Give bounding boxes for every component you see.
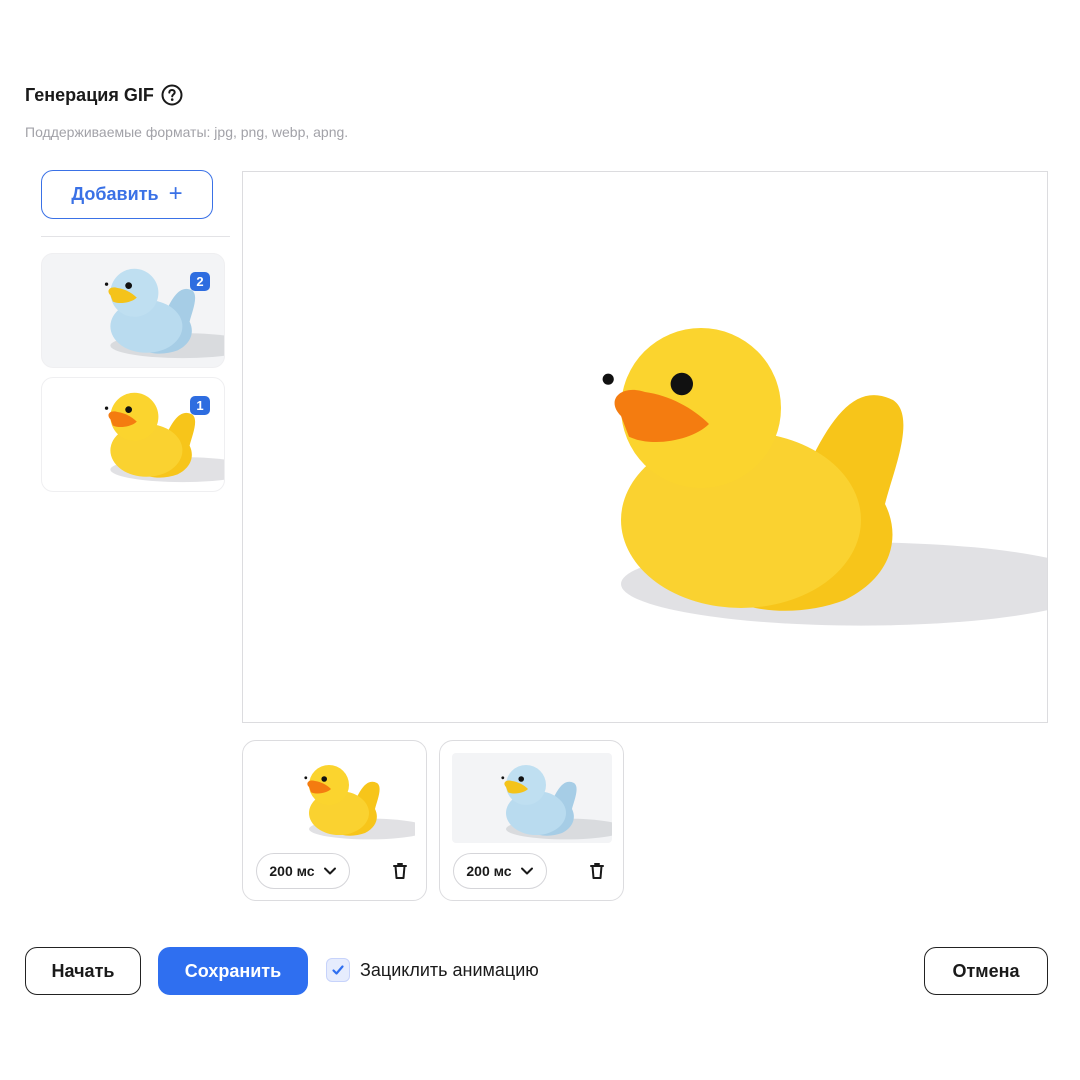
add-button-label: Добавить <box>71 184 159 204</box>
duck-image <box>602 328 1047 626</box>
supported-formats-text: Поддерживаемые форматы: jpg, png, webp, … <box>25 124 349 140</box>
sidebar-divider <box>41 236 230 237</box>
gif-preview <box>242 171 1048 723</box>
frame-delay-value: 200 мс <box>466 863 512 879</box>
cancel-button[interactable]: Отмена <box>924 947 1048 995</box>
save-button[interactable]: Сохранить <box>158 947 308 995</box>
frame-card: 200 мс <box>242 740 427 901</box>
loop-animation-label: Зациклить анимацию <box>360 959 539 980</box>
duck-image <box>501 765 612 840</box>
chevron-down-icon <box>520 867 533 875</box>
header: Генерация GIF <box>25 84 183 106</box>
add-frame-button[interactable]: Добавить + <box>41 170 213 219</box>
question-circle-icon[interactable] <box>161 84 183 106</box>
sidebar-frame-thumbnail[interactable]: 2 <box>41 253 225 368</box>
frame-order-badge: 1 <box>190 396 210 415</box>
frame-card: 200 мс <box>439 740 624 901</box>
frame-image <box>452 753 612 843</box>
frame-delay-select[interactable]: 200 мс <box>256 853 350 889</box>
chevron-down-icon <box>323 867 336 875</box>
checkbox-checked-icon[interactable] <box>326 958 350 982</box>
frame-order-badge: 2 <box>190 272 210 291</box>
duck-image <box>304 765 415 840</box>
frame-delay-select[interactable]: 200 мс <box>453 853 547 889</box>
frame-image <box>255 753 415 843</box>
sidebar-frame-thumbnail[interactable]: 1 <box>41 377 225 492</box>
loop-animation-checkbox[interactable]: Зациклить анимацию <box>326 958 539 982</box>
page-title: Генерация GIF <box>25 84 154 105</box>
trash-icon[interactable] <box>587 861 607 881</box>
plus-icon: + <box>168 179 183 207</box>
start-button[interactable]: Начать <box>25 947 141 995</box>
frame-delay-value: 200 мс <box>269 863 315 879</box>
trash-icon[interactable] <box>390 861 410 881</box>
